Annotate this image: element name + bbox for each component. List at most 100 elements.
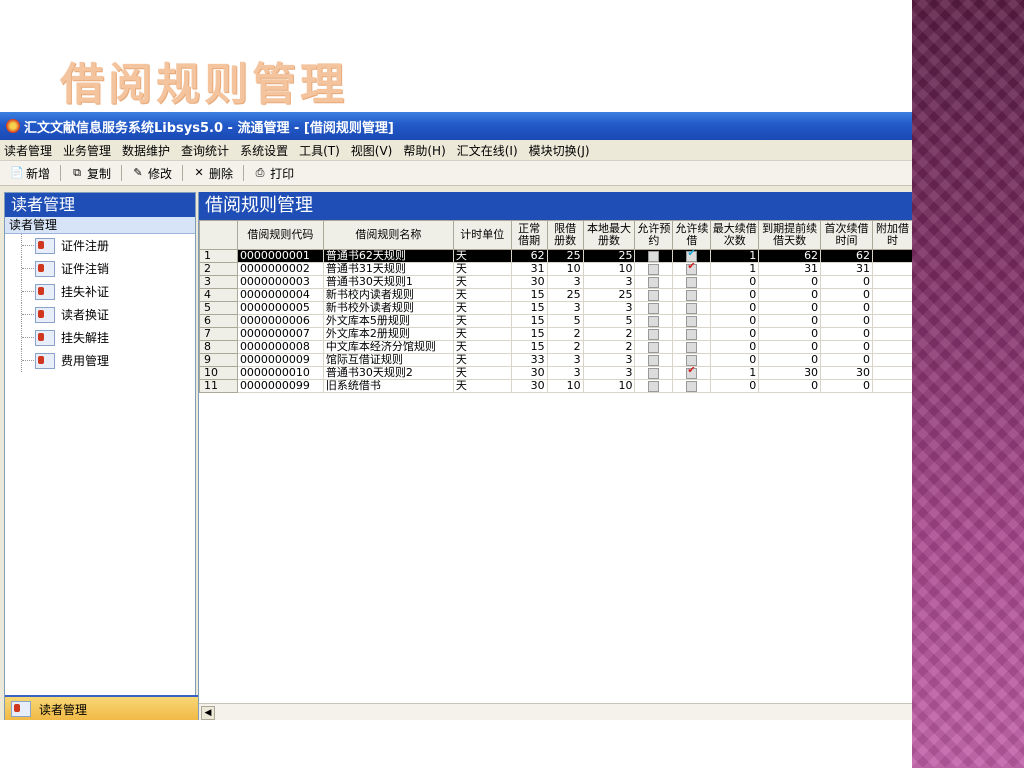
- time-unit-cell[interactable]: 天: [452, 275, 512, 289]
- rule-name-cell[interactable]: 普通书62天规则: [322, 249, 454, 263]
- extra-time-cell[interactable]: [871, 288, 912, 302]
- ahead-days-cell[interactable]: 0: [758, 275, 822, 289]
- menu-query[interactable]: 查询统计: [181, 142, 229, 159]
- normal-period-cell[interactable]: 15: [510, 288, 548, 302]
- normal-period-cell[interactable]: 31: [510, 262, 548, 276]
- ahead-days-cell[interactable]: 30: [758, 366, 822, 380]
- checkbox-unchecked-icon[interactable]: [648, 341, 660, 353]
- window-titlebar[interactable]: 汇文文献信息服务系统Libsys5.0 - 流通管理 - [借阅规则管理]: [0, 112, 912, 140]
- checkbox-unchecked-icon[interactable]: [648, 263, 660, 275]
- extra-time-cell[interactable]: [871, 366, 912, 380]
- max-renew-cell[interactable]: 0: [710, 353, 760, 367]
- checkbox-unchecked-icon[interactable]: [686, 380, 698, 392]
- menu-business[interactable]: 业务管理: [63, 142, 111, 159]
- table-row[interactable]: 7 0000000007 外文库本2册规则天 15 2 2 0 0 0: [199, 327, 912, 341]
- first-renew-cell[interactable]: 0: [820, 353, 873, 367]
- rule-name-cell[interactable]: 普通书31天规则: [322, 262, 454, 276]
- limit-count-cell[interactable]: 3: [546, 275, 584, 289]
- column-header[interactable]: 本地最大册数: [582, 220, 636, 250]
- new-button[interactable]: 📄 新增: [6, 165, 54, 182]
- row-number[interactable]: 3: [199, 275, 238, 289]
- table-row[interactable]: 10000000001普通书62天规则天62252516262: [199, 249, 912, 263]
- ahead-days-cell[interactable]: 0: [758, 301, 822, 315]
- first-renew-cell[interactable]: 30: [820, 366, 873, 380]
- row-number[interactable]: 9: [199, 353, 238, 367]
- row-number[interactable]: 4: [199, 288, 238, 302]
- local-max-cell[interactable]: 10: [582, 379, 636, 393]
- checkbox-checked-icon[interactable]: [686, 367, 698, 379]
- normal-period-cell[interactable]: 30: [510, 366, 548, 380]
- limit-count-cell[interactable]: 3: [546, 366, 584, 380]
- first-renew-cell[interactable]: 0: [820, 288, 873, 302]
- checkbox-checked-icon[interactable]: [686, 250, 698, 262]
- time-unit-cell[interactable]: 天: [452, 366, 512, 380]
- rule-code-cell[interactable]: 0000000005: [236, 301, 324, 315]
- checkbox-unchecked-icon[interactable]: [686, 276, 698, 288]
- tree-item-card-register[interactable]: 证件注册: [5, 234, 195, 257]
- first-renew-cell[interactable]: 62: [820, 249, 873, 263]
- column-header[interactable]: 正常借期: [510, 220, 548, 250]
- copy-button[interactable]: ⧉ 复制: [67, 165, 115, 182]
- time-unit-cell[interactable]: 天: [452, 301, 512, 315]
- ahead-days-cell[interactable]: 0: [758, 379, 822, 393]
- ahead-days-cell[interactable]: 31: [758, 262, 822, 276]
- edit-button[interactable]: ✎ 修改: [128, 165, 176, 182]
- limit-count-cell[interactable]: 3: [546, 353, 584, 367]
- menu-module-switch[interactable]: 模块切换(J): [529, 142, 590, 159]
- table-row[interactable]: 4 0000000004 新书校内读者规则天 15 25 25 0 0 0: [199, 288, 912, 302]
- checkbox-unchecked-icon[interactable]: [648, 328, 660, 340]
- max-renew-cell[interactable]: 0: [710, 314, 760, 328]
- row-number[interactable]: 1: [199, 249, 238, 263]
- max-renew-cell[interactable]: 0: [710, 340, 760, 354]
- ahead-days-cell[interactable]: 62: [758, 249, 822, 263]
- extra-time-cell[interactable]: [871, 301, 912, 315]
- table-row[interactable]: 11 0000000099 旧系统借书天 30 10 10 0 0 0: [199, 379, 912, 393]
- first-renew-cell[interactable]: 0: [820, 340, 873, 354]
- normal-period-cell[interactable]: 30: [510, 275, 548, 289]
- time-unit-cell[interactable]: 天: [452, 379, 512, 393]
- extra-time-cell[interactable]: [871, 340, 912, 354]
- max-renew-cell[interactable]: 0: [710, 379, 760, 393]
- local-max-cell[interactable]: 2: [582, 327, 636, 341]
- local-max-cell[interactable]: 3: [582, 353, 636, 367]
- local-max-cell[interactable]: 3: [582, 301, 636, 315]
- row-number[interactable]: 10: [199, 366, 238, 380]
- row-number[interactable]: 11: [199, 379, 238, 393]
- menu-help[interactable]: 帮助(H): [403, 142, 445, 159]
- rule-code-cell[interactable]: 0000000004: [236, 288, 324, 302]
- tree-item-fee-management[interactable]: 费用管理: [5, 349, 195, 372]
- limit-count-cell[interactable]: 5: [546, 314, 584, 328]
- table-row[interactable]: 9 0000000009 馆际互借证规则天 33 3 3 0 0 0: [199, 353, 912, 367]
- time-unit-cell[interactable]: 天: [452, 262, 512, 276]
- menu-online[interactable]: 汇文在线(I): [457, 142, 518, 159]
- rule-code-cell[interactable]: 0000000003: [236, 275, 324, 289]
- limit-count-cell[interactable]: 3: [546, 301, 584, 315]
- normal-period-cell[interactable]: 15: [510, 327, 548, 341]
- tree-item-card-cancel[interactable]: 证件注销: [5, 257, 195, 280]
- table-row[interactable]: 3 0000000003 普通书30天规则1 天 30 3 3 0 0 0: [199, 275, 912, 289]
- horizontal-scrollbar[interactable]: ◀: [199, 703, 912, 720]
- rule-name-cell[interactable]: 新书校外读者规则: [322, 301, 454, 315]
- checkbox-unchecked-icon[interactable]: [648, 354, 660, 366]
- column-header[interactable]: 首次续借时间: [820, 220, 873, 250]
- extra-time-cell[interactable]: [871, 379, 912, 393]
- extra-time-cell[interactable]: [871, 262, 912, 276]
- local-max-cell[interactable]: 2: [582, 340, 636, 354]
- checkbox-unchecked-icon[interactable]: [686, 328, 698, 340]
- first-renew-cell[interactable]: 0: [820, 379, 873, 393]
- max-renew-cell[interactable]: 1: [710, 366, 760, 380]
- left-panel-subtitle[interactable]: 读者管理: [5, 217, 195, 234]
- rule-code-cell[interactable]: 0000000009: [236, 353, 324, 367]
- first-renew-cell[interactable]: 0: [820, 275, 873, 289]
- ahead-days-cell[interactable]: 0: [758, 288, 822, 302]
- ahead-days-cell[interactable]: 0: [758, 340, 822, 354]
- menu-settings[interactable]: 系统设置: [240, 142, 288, 159]
- column-header[interactable]: 最大续借次数: [710, 220, 760, 250]
- table-row[interactable]: 100000000010普通书30天规则2天303313030: [199, 366, 912, 380]
- print-button[interactable]: ⎙ 打印: [250, 165, 298, 182]
- normal-period-cell[interactable]: 30: [510, 379, 548, 393]
- scroll-left-icon[interactable]: ◀: [201, 706, 215, 720]
- local-max-cell[interactable]: 5: [582, 314, 636, 328]
- ahead-days-cell[interactable]: 0: [758, 314, 822, 328]
- row-number[interactable]: 5: [199, 301, 238, 315]
